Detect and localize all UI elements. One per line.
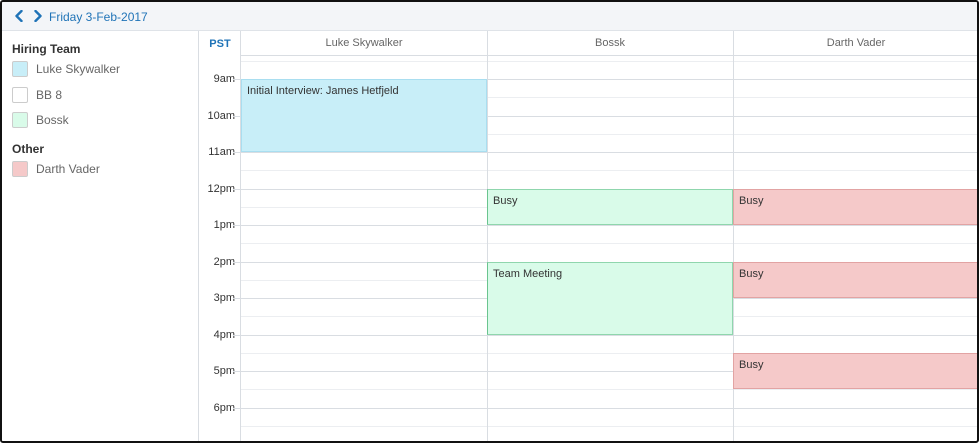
- attendee-name: BB 8: [36, 87, 63, 102]
- hour-label: 1pm: [213, 219, 235, 231]
- calendar-event[interactable]: Busy: [487, 188, 733, 225]
- event-title: Busy: [493, 194, 518, 207]
- hour-label: 9am: [213, 73, 235, 85]
- day-grid: Luke Skywalker Bossk Darth Vader Initial In…: [241, 31, 977, 441]
- column-header: Luke Skywalker: [241, 31, 487, 56]
- color-swatch: [12, 86, 28, 103]
- calendar-event[interactable]: Busy: [733, 188, 977, 225]
- hour-tick: [233, 407, 241, 409]
- half-hour-line: [241, 243, 977, 245]
- event-title: Initial Interview: James Hetfjeld: [247, 85, 399, 97]
- color-swatch: [12, 161, 28, 177]
- hour-tick: [233, 298, 241, 299]
- attendee-item[interactable]: Luke Skywalker: [12, 60, 120, 78]
- calendar-event[interactable]: Initial Interview: James Hetfjeld: [241, 79, 487, 152]
- hour-tick: [233, 79, 241, 80]
- chevron-right-icon[interactable]: [31, 8, 45, 24]
- column-divider: [487, 31, 488, 441]
- calendar-event[interactable]: Busy: [733, 261, 977, 298]
- hour-tick: [233, 115, 241, 117]
- current-date-label[interactable]: Friday 3-Feb-2017: [49, 10, 148, 24]
- half-hour-line: [241, 389, 977, 391]
- event-title: Team Meeting: [493, 267, 563, 280]
- hour-tick: [233, 261, 241, 263]
- group-title: Hiring Team: [12, 42, 81, 56]
- color-swatch: [12, 61, 28, 77]
- hour-line: [241, 407, 977, 409]
- half-hour-line: [241, 170, 977, 172]
- hour-label: 11am: [208, 146, 235, 158]
- attendee-name: Bossk: [36, 113, 69, 127]
- hour-tick: [233, 225, 241, 226]
- color-swatch: [12, 112, 28, 128]
- hour-tick: [233, 152, 241, 153]
- date-navigation-bar: Friday 3-Feb-2017: [2, 2, 977, 31]
- hour-label: 12pm: [207, 182, 235, 195]
- time-gutter: PST 9am 10am 11am 12pm 1pm 2pm 3pm 4pm 5pm 6pm: [199, 31, 241, 441]
- hour-label: 6pm: [213, 401, 235, 414]
- column-header: Bossk: [487, 31, 733, 56]
- hour-tick: [233, 371, 241, 372]
- half-hour-line: [241, 425, 977, 427]
- chevron-left-icon[interactable]: [12, 8, 26, 24]
- hour-label: 2pm: [213, 255, 235, 268]
- hour-label: 10am: [207, 109, 235, 122]
- half-hour-line: [241, 60, 977, 62]
- hour-label: 3pm: [213, 292, 235, 304]
- hour-label: 5pm: [213, 365, 235, 377]
- calendar-event[interactable]: Busy: [733, 352, 977, 390]
- attendee-item[interactable]: Bossk: [12, 111, 69, 129]
- timezone-label: PST: [209, 38, 231, 50]
- event-title: Busy: [739, 358, 764, 371]
- hour-line: [241, 152, 977, 153]
- hour-tick: [233, 334, 241, 336]
- attendee-sidebar: Hiring Team Luke Skywalker BB 8 Bossk Other D…: [2, 31, 199, 441]
- event-title: Busy: [739, 267, 764, 280]
- hour-line: [241, 225, 977, 226]
- attendee-item[interactable]: BB 8: [12, 86, 62, 104]
- hour-label: 4pm: [213, 328, 235, 341]
- event-title: Busy: [739, 194, 764, 207]
- column-header: Darth Vader: [733, 31, 977, 56]
- hour-tick: [233, 188, 241, 190]
- hour-line: [241, 334, 977, 336]
- attendee-name: Darth Vader: [36, 162, 100, 176]
- attendee-name: Luke Skywalker: [36, 62, 121, 76]
- calendar-event[interactable]: Team Meeting: [487, 261, 733, 335]
- calendar-window: Friday 3-Feb-2017 Hiring Team Luke Skywal…: [0, 0, 979, 443]
- attendee-item[interactable]: Darth Vader: [12, 160, 100, 178]
- group-title: Other: [12, 142, 45, 156]
